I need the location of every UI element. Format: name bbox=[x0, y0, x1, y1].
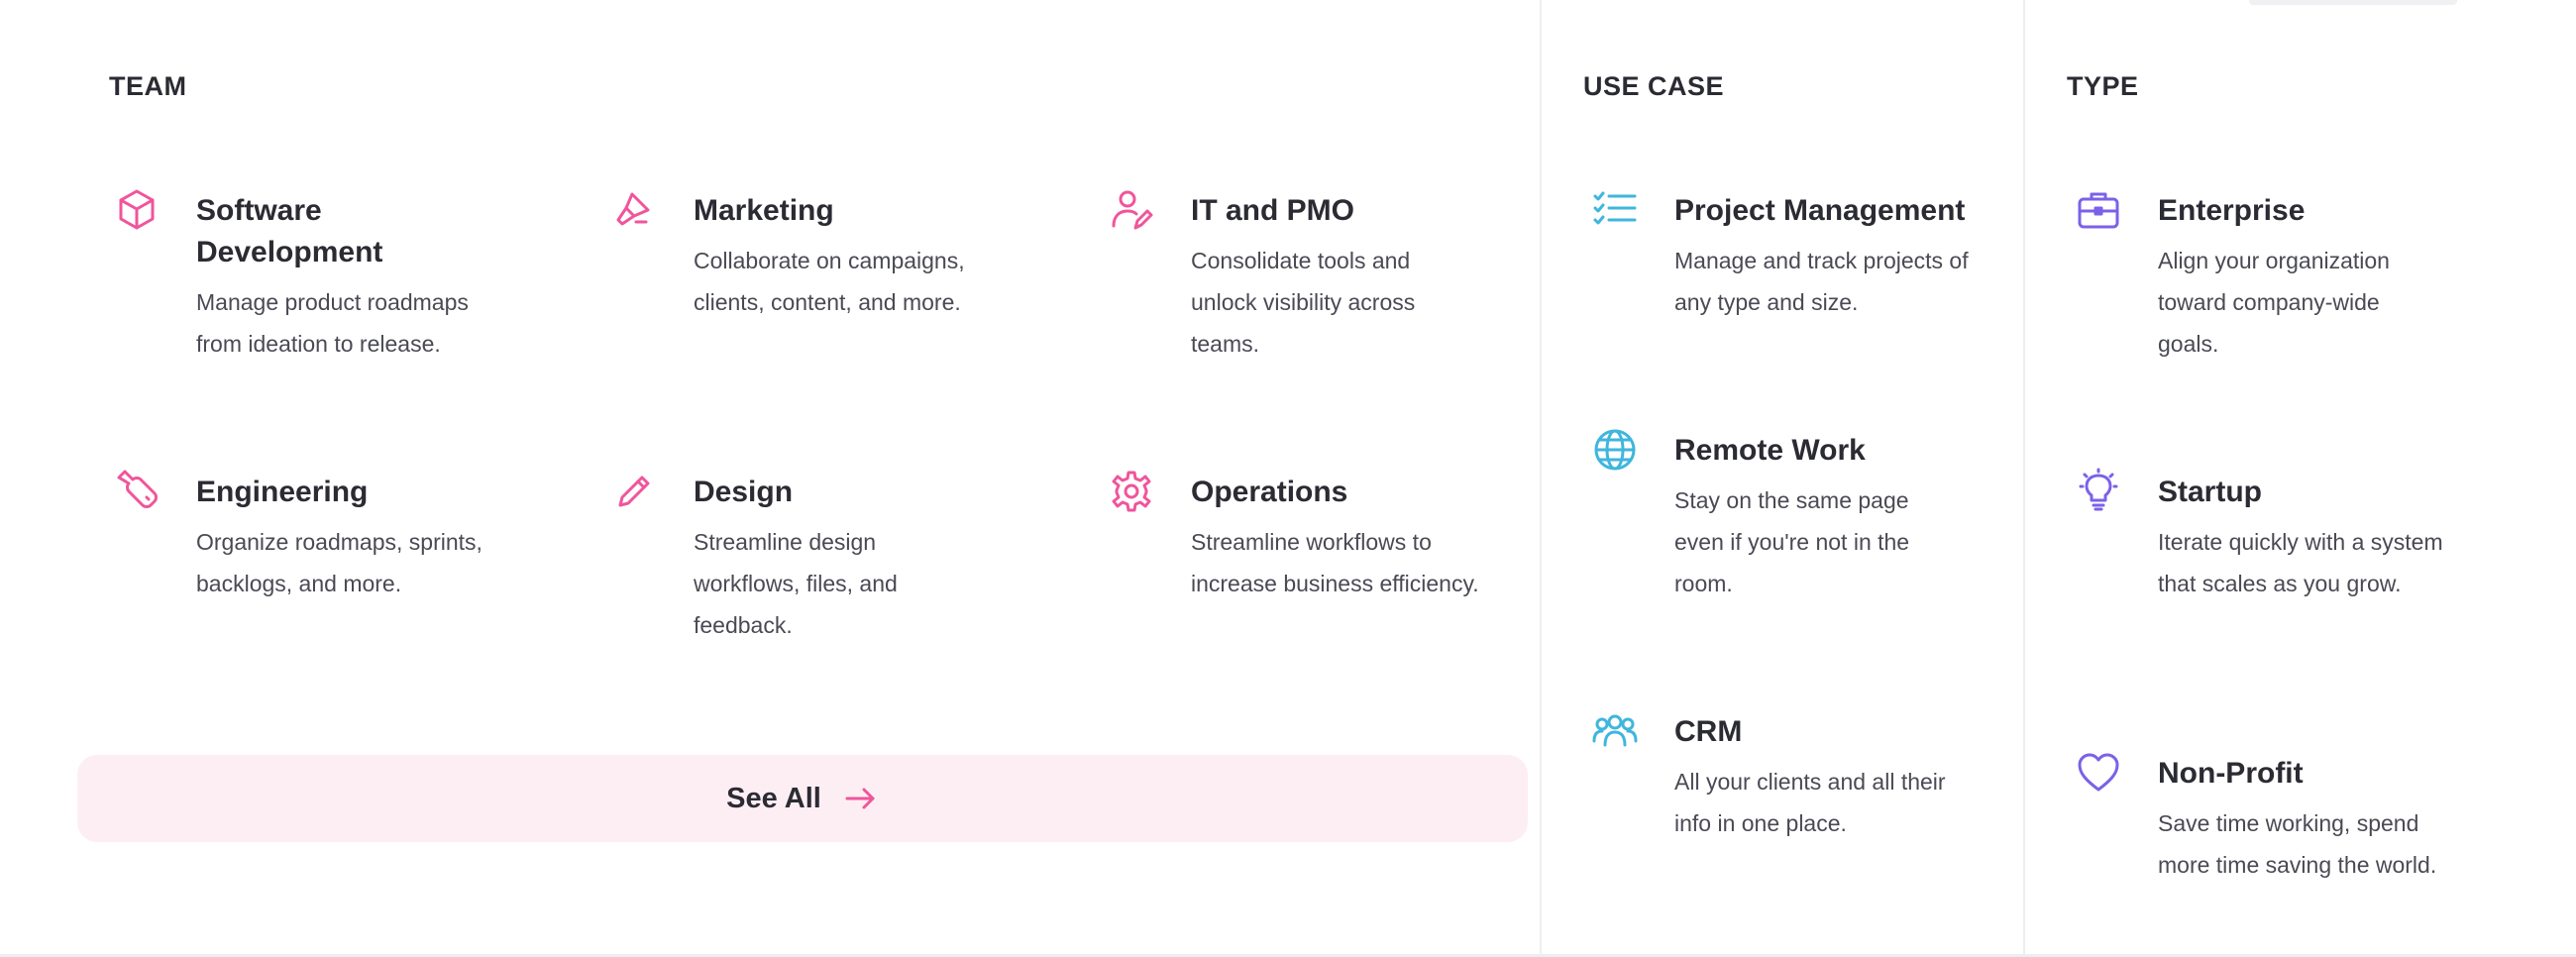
item-title: Design bbox=[694, 476, 794, 508]
type-item-enterprise[interactable]: Enterprise Align your organization towar… bbox=[2073, 190, 2538, 365]
item-description: Manage and track projects of any type an… bbox=[1674, 248, 1969, 315]
item-description: Streamline workflows to increase busines… bbox=[1191, 529, 1479, 596]
type-heading: TYPE bbox=[2067, 71, 2139, 101]
use-case-heading: USE CASE bbox=[1583, 71, 1725, 101]
item-title: Enterprise bbox=[2158, 194, 2306, 227]
menu-panel: TEAM Software Development Manage product… bbox=[0, 0, 2576, 957]
item-description: Align your organization toward company-w… bbox=[2158, 248, 2390, 357]
cube-icon bbox=[111, 186, 162, 238]
wrench-icon bbox=[111, 468, 162, 519]
item-description: Consolidate tools and unlock visibility … bbox=[1191, 248, 1416, 357]
lightbulb-icon bbox=[2073, 468, 2124, 519]
use-case-item-crm[interactable]: CRM All your clients and all their info … bbox=[1589, 711, 1986, 844]
item-description: Organize roadmaps, sprints, backlogs, an… bbox=[196, 529, 483, 596]
item-description: Save time working, spend more time savin… bbox=[2158, 810, 2437, 878]
item-title: Marketing bbox=[694, 194, 834, 227]
item-title: Software Development bbox=[196, 194, 383, 268]
team-item-operations[interactable]: Operations Streamline workflows to incre… bbox=[1106, 471, 1542, 604]
column-divider bbox=[2023, 0, 2025, 957]
item-description: Manage product roadmaps from ideation to… bbox=[196, 289, 469, 357]
globe-icon bbox=[1589, 426, 1641, 478]
team-item-marketing[interactable]: Marketing Collaborate on campaigns, clie… bbox=[608, 190, 1044, 323]
team-item-design[interactable]: Design Streamline design workflows, file… bbox=[608, 472, 1044, 646]
team-heading: TEAM bbox=[109, 71, 187, 101]
megaphone-icon bbox=[608, 186, 660, 238]
users-icon bbox=[1589, 707, 1641, 759]
see-all-label: See All bbox=[726, 782, 821, 814]
team-item-software-development[interactable]: Software Development Manage product road… bbox=[111, 189, 547, 365]
item-description: Collaborate on campaigns, clients, conte… bbox=[694, 248, 965, 315]
item-description: Stay on the same page even if you're not… bbox=[1674, 487, 1910, 596]
item-description: All your clients and all their info in o… bbox=[1674, 769, 1946, 836]
type-item-startup[interactable]: Startup Iterate quickly with a system th… bbox=[2073, 468, 2538, 604]
team-item-it-and-pmo[interactable]: IT and PMO Consolidate tools and unlock … bbox=[1106, 190, 1542, 365]
top-scroll-hint bbox=[2249, 0, 2457, 5]
see-all-button[interactable]: See All bbox=[77, 755, 1528, 842]
item-description: Iterate quickly with a system that scale… bbox=[2158, 529, 2443, 596]
item-title: CRM bbox=[1674, 715, 1743, 748]
use-case-item-project-management[interactable]: Project Management Manage and track proj… bbox=[1589, 190, 1986, 323]
item-title: IT and PMO bbox=[1191, 194, 1354, 227]
checklist-icon bbox=[1589, 186, 1641, 238]
use-case-item-remote-work[interactable]: Remote Work Stay on the same page even i… bbox=[1589, 429, 1986, 604]
item-title: Remote Work bbox=[1674, 434, 1866, 467]
heart-icon bbox=[2073, 749, 2124, 800]
gear-icon bbox=[1106, 468, 1157, 519]
pencil-icon bbox=[608, 468, 660, 519]
item-title: Operations bbox=[1191, 476, 1348, 508]
item-title: Startup bbox=[2158, 476, 2262, 508]
item-title: Non-Profit bbox=[2158, 757, 2304, 790]
briefcase-icon bbox=[2073, 186, 2124, 238]
item-title: Engineering bbox=[196, 476, 369, 508]
arrow-right-icon bbox=[843, 781, 879, 816]
item-title: Project Management bbox=[1674, 194, 1966, 227]
item-description: Streamline design workflows, files, and … bbox=[694, 529, 898, 638]
type-item-non-profit[interactable]: Non-Profit Save time working, spend more… bbox=[2073, 753, 2538, 886]
team-item-engineering[interactable]: Engineering Organize roadmaps, sprints, … bbox=[111, 470, 547, 604]
user-edit-icon bbox=[1106, 186, 1157, 238]
